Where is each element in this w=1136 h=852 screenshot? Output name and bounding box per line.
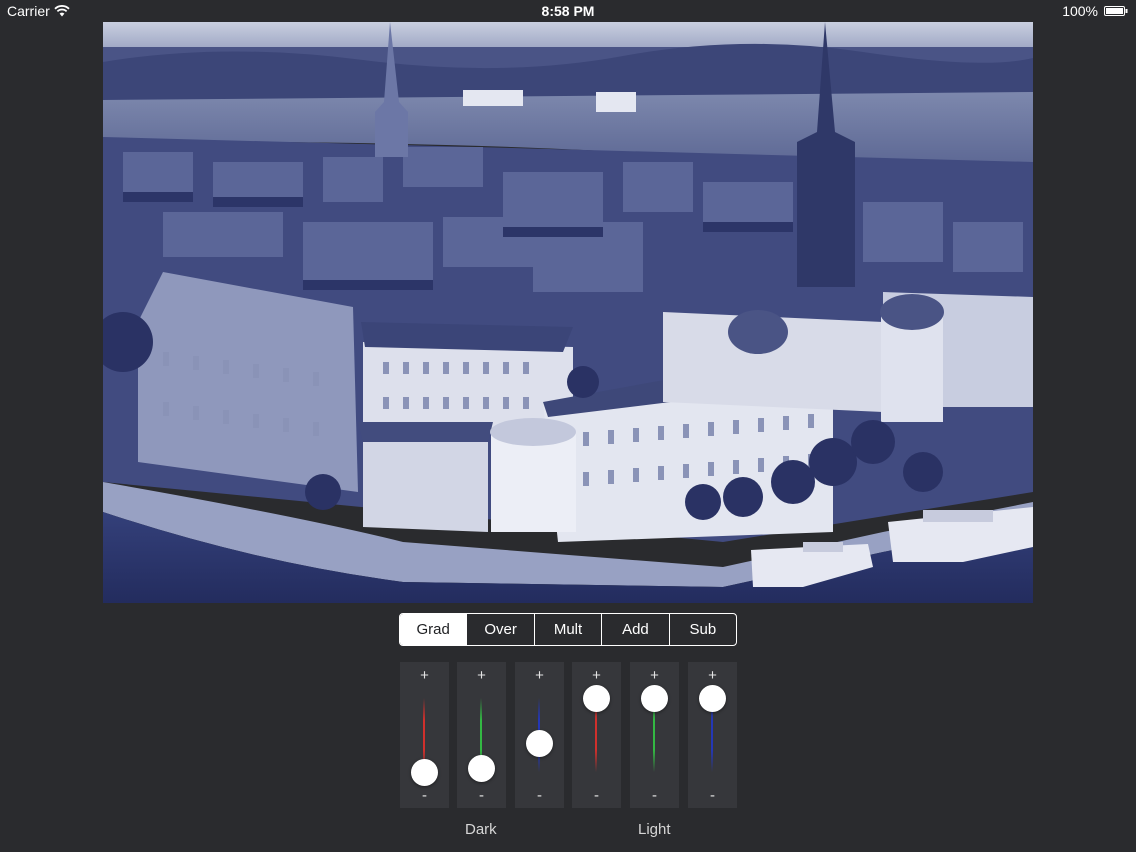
slider-thumb[interactable]	[468, 754, 495, 782]
slider-dark-green[interactable]: + -	[457, 662, 506, 808]
segment-sub[interactable]: Sub	[668, 614, 736, 645]
plus-label: +	[650, 667, 659, 684]
plus-label: +	[535, 667, 544, 684]
plus-label: +	[477, 667, 486, 684]
status-bar: Carrier 8:58 PM 100%	[0, 0, 1136, 22]
photo-image	[103, 22, 1033, 603]
battery-percent: 100%	[1062, 3, 1098, 19]
slider-thumb[interactable]	[526, 730, 553, 758]
slider-dark-red[interactable]: + -	[400, 662, 449, 808]
slider-light-blue[interactable]: + -	[688, 662, 737, 808]
clock: 8:58 PM	[541, 3, 595, 19]
plus-label: +	[592, 667, 601, 684]
battery-icon	[1104, 6, 1128, 16]
segment-over[interactable]: Over	[466, 614, 533, 645]
dark-caption: Dark	[465, 821, 497, 838]
segment-grad[interactable]: Grad	[400, 614, 467, 645]
slider-dark-blue[interactable]: + -	[515, 662, 564, 808]
slider-thumb[interactable]	[583, 684, 610, 712]
minus-label: -	[710, 787, 715, 804]
minus-label: -	[479, 787, 484, 804]
minus-label: -	[537, 787, 542, 804]
minus-label: -	[594, 787, 599, 804]
photo-preview	[103, 22, 1033, 603]
blend-mode-segmented-control: Grad Over Mult Add Sub	[399, 613, 737, 646]
segment-add[interactable]: Add	[601, 614, 668, 645]
slider-thumb[interactable]	[699, 684, 726, 712]
slider-light-green[interactable]: + -	[630, 662, 679, 808]
slider-light-red[interactable]: + -	[572, 662, 621, 808]
plus-label: +	[708, 667, 717, 684]
slider-thumb[interactable]	[411, 758, 438, 786]
minus-label: -	[422, 787, 427, 804]
minus-label: -	[652, 787, 657, 804]
segment-mult[interactable]: Mult	[533, 614, 601, 645]
slider-thumb[interactable]	[641, 684, 668, 712]
light-caption: Light	[638, 821, 671, 838]
plus-label: +	[420, 667, 429, 684]
